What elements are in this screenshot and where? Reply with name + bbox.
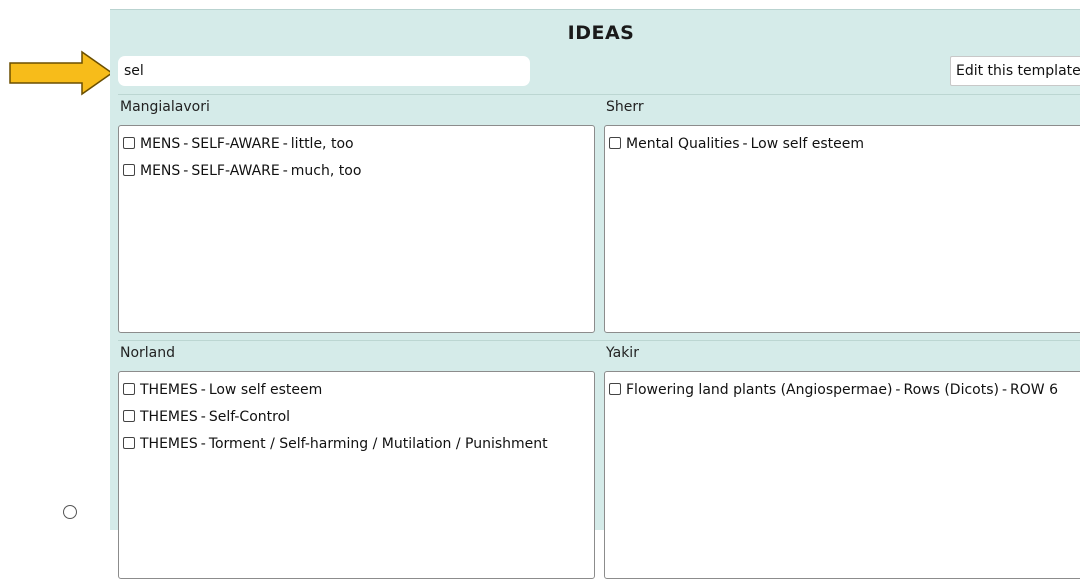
checkbox[interactable] [123,410,135,422]
checkbox[interactable] [123,383,135,395]
list-item[interactable]: Flowering land plants (Angiospermae) - Row… [609,377,1080,404]
checkbox[interactable] [123,164,135,176]
section-label: Sherr [606,99,644,115]
list-item[interactable]: THEMES - Torment / Self-harming / Mutilati… [123,431,590,458]
rubric-list: THEMES - Low self esteem THEMES - Self-Contr… [118,371,595,579]
list-item[interactable]: MENS - SELF-AWARE - little, too [123,131,590,158]
edit-template-button[interactable]: Edit this template [950,56,1080,86]
search-input[interactable] [118,56,530,86]
rubric-list: Flowering land plants (Angiospermae) - Row… [604,371,1080,579]
section-label: Norland [120,345,176,361]
list-item[interactable]: MENS - SELF-AWARE - much, too [123,158,590,185]
list-item[interactable]: Mental Qualities - Low self esteem [609,131,1080,158]
section-norland: Norland THEMES - Low self esteem THEMES - Se… [118,340,606,579]
section-mangialavori: Mangialavori MENS - SELF-AWARE - little, too… [118,94,606,333]
checkbox[interactable] [609,137,621,149]
section-label: Mangialavori [120,99,210,115]
list-item[interactable]: THEMES - Low self esteem [123,377,590,404]
section-yakir: Yakir Flowering land plants (Angiosperma… [604,340,1080,579]
pointer-arrow-icon [9,50,114,96]
rubric-list: Mental Qualities - Low self esteem [604,125,1080,333]
list-item[interactable]: THEMES - Self-Control [123,404,590,431]
checkbox[interactable] [609,383,621,395]
rubric-list: MENS - SELF-AWARE - little, too MENS - SELF-AW… [118,125,595,333]
section-label: Yakir [606,345,639,361]
section-sherr: Sherr Mental Qualities - Low self esteem [604,94,1080,333]
circle-icon [63,505,77,519]
ideas-panel: IDEAS Edit this template Mangialavori ME… [110,9,1080,579]
panel-title: IDEAS [567,22,635,44]
checkbox[interactable] [123,137,135,149]
checkbox[interactable] [123,437,135,449]
